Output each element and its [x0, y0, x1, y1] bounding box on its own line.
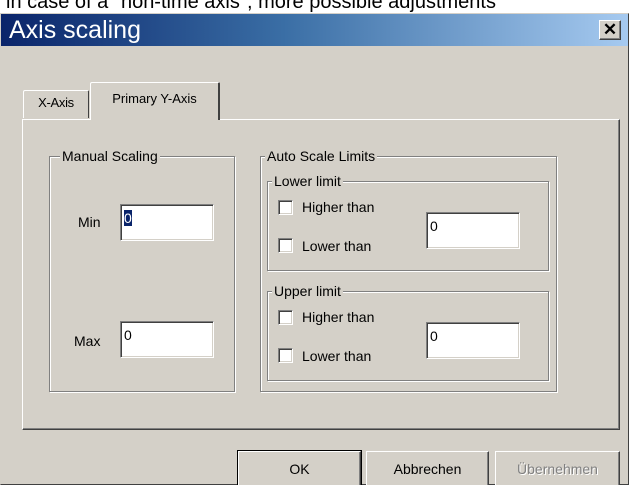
upper-higher-than-checkbox[interactable] [278, 310, 293, 325]
window-title: Axis scaling [9, 16, 141, 44]
lower-limit-input[interactable]: 0 [426, 212, 520, 249]
tab-x-axis-label: X-Axis [38, 95, 74, 110]
apply-button-label: Übernehmen [517, 461, 598, 477]
apply-button[interactable]: Übernehmen [495, 451, 620, 485]
lower-higher-than-label: Higher than [302, 199, 375, 215]
lower-higher-than-checkbox[interactable] [278, 200, 293, 215]
upper-limit-value: 0 [430, 328, 438, 344]
tab-panel: Manual Scaling Min 0 Max 0 Auto Scale Li… [22, 119, 620, 430]
lower-lower-than-checkbox[interactable] [278, 238, 293, 253]
max-input[interactable]: 0 [120, 321, 214, 358]
ok-button-label: OK [289, 461, 310, 477]
auto-scale-limits-legend: Auto Scale Limits [265, 148, 378, 164]
max-label: Max [74, 333, 101, 349]
lower-limit-value: 0 [430, 218, 438, 234]
upper-limit-legend: Upper limit [272, 283, 343, 299]
upper-limit-group: Upper limit Higher than Lower than 0 [267, 283, 549, 381]
min-label: Min [78, 214, 101, 230]
tab-primary-y-axis[interactable]: Primary Y-Axis [90, 82, 220, 120]
upper-lower-than-label: Lower than [302, 348, 372, 364]
axis-scaling-dialog: Axis scaling ✕ X-Axis Primary Y-Axis Man… [0, 13, 629, 485]
ok-button[interactable]: OK [237, 450, 362, 485]
cancel-button-label: Abbrechen [393, 461, 462, 477]
lower-limit-legend: Lower limit [272, 173, 343, 189]
min-input[interactable]: 0 [120, 204, 214, 241]
title-bar[interactable]: Axis scaling ✕ [1, 14, 628, 46]
manual-scaling-group: Manual Scaling Min 0 Max 0 [49, 148, 235, 392]
cancel-button[interactable]: Abbrechen [366, 451, 489, 485]
upper-limit-input[interactable]: 0 [426, 322, 520, 359]
tab-x-axis[interactable]: X-Axis [23, 90, 89, 118]
max-value: 0 [124, 327, 132, 343]
close-button[interactable]: ✕ [599, 20, 621, 40]
lower-lower-than-label: Lower than [302, 238, 372, 254]
close-icon: ✕ [602, 20, 618, 39]
lower-limit-group: Lower limit Higher than Lower than 0 [267, 173, 549, 271]
manual-scaling-legend: Manual Scaling [60, 148, 160, 164]
auto-scale-limits-group: Auto Scale Limits Lower limit Higher tha… [260, 148, 557, 392]
background-caption: in case of a "non-time axis", more possi… [6, 0, 496, 13]
upper-higher-than-label: Higher than [302, 309, 375, 325]
min-value: 0 [124, 210, 132, 226]
upper-lower-than-checkbox[interactable] [278, 348, 293, 363]
tab-primary-y-axis-label: Primary Y-Axis [112, 91, 197, 106]
